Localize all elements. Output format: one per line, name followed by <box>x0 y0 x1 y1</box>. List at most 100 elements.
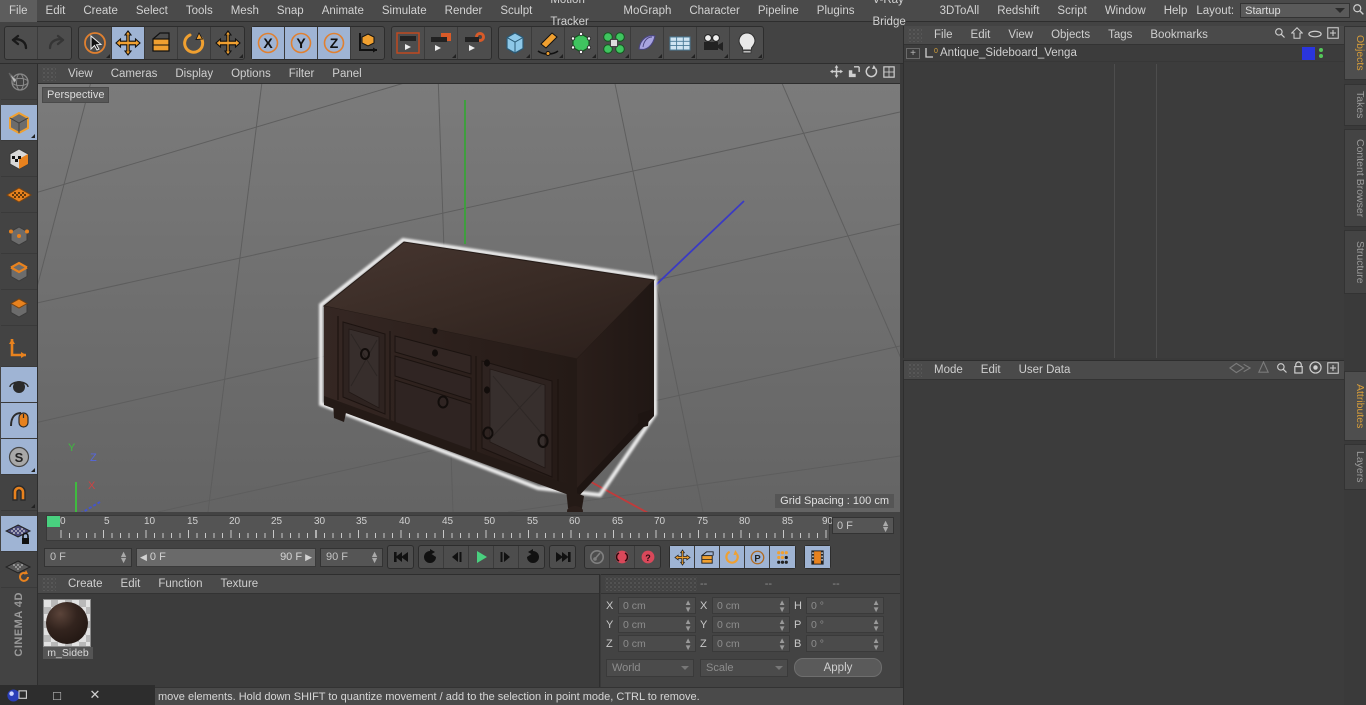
coord-field-size-y[interactable]: 0 cm ▲ ▼ <box>712 616 790 633</box>
menu-item-render[interactable]: Render <box>436 0 492 22</box>
tab-content-browser[interactable]: Content Browser <box>1344 129 1366 227</box>
plus-box-icon[interactable] <box>1327 361 1344 379</box>
tab-structure[interactable]: Structure <box>1344 230 1366 294</box>
end-frame-field[interactable]: 90 F ▲ ▼ <box>320 547 383 567</box>
lock-workplane-button[interactable] <box>1 516 37 552</box>
rotate-viewport-icon[interactable] <box>865 64 878 83</box>
preview-range-slider[interactable]: ◀ 0 F 90 F ▶ <box>136 547 316 567</box>
panel-grip-icon[interactable] <box>42 66 56 81</box>
menu-item-3dtoall[interactable]: 3DToAll <box>931 0 989 22</box>
lock-y-axis[interactable]: Y <box>285 26 318 59</box>
panel-grip-icon[interactable] <box>605 577 697 591</box>
timeline-ruler[interactable]: 0 5 10 15 20 25 30 35 40 45 50 55 60 65 … <box>46 515 833 541</box>
material-manager-body[interactable]: m_Sideb <box>38 594 599 687</box>
preview-range-right-arrow[interactable]: ▶ <box>305 552 312 563</box>
points-mode-button[interactable] <box>1 218 37 254</box>
stepper-icon[interactable]: ▲ ▼ <box>778 599 786 614</box>
menu-item-tools[interactable]: Tools <box>177 0 222 22</box>
lock-icon[interactable] <box>1293 361 1309 379</box>
play-backwards-loop-button[interactable] <box>419 546 444 568</box>
move-duplicate-tool[interactable] <box>211 27 244 59</box>
object-menu-view[interactable]: View <box>999 26 1042 45</box>
search-icon[interactable] <box>1276 361 1293 379</box>
menu-item-plugins[interactable]: Plugins <box>808 0 864 22</box>
attribute-menu-mode[interactable]: Mode <box>925 361 972 380</box>
viewport-3d-canvas[interactable]: Perspective Y X Z Grid Spacing: 100 cm <box>38 84 900 512</box>
menu-item-select[interactable]: Select <box>127 0 177 22</box>
object-row[interactable]: + 0 Antique_Sideboard_Venga <box>904 45 1344 62</box>
menu-item-edit[interactable]: Edit <box>37 0 75 22</box>
close-window-button[interactable]: ✕ <box>76 685 114 705</box>
keyframe-selection-button[interactable]: ? <box>635 546 660 568</box>
apply-button[interactable]: Apply <box>794 658 882 677</box>
step-back-button[interactable] <box>444 546 469 568</box>
menu-item-file[interactable]: File <box>0 0 37 22</box>
coord-field-pos-y[interactable]: 0 cm ▲ ▼ <box>618 616 696 633</box>
record-pla-button[interactable] <box>770 546 795 568</box>
stepper-icon[interactable]: ▲ ▼ <box>872 599 880 614</box>
stepper-icon[interactable]: ▲ ▼ <box>778 618 786 633</box>
record-rotation-button[interactable] <box>720 546 745 568</box>
move-viewport-icon[interactable] <box>830 64 843 83</box>
viewport-menu-display[interactable]: Display <box>166 64 222 84</box>
menu-item-mesh[interactable]: Mesh <box>222 0 268 22</box>
undo-button[interactable] <box>5 26 38 59</box>
material-thumbnail[interactable] <box>43 599 91 647</box>
eye-wave-icon[interactable] <box>1228 361 1257 379</box>
stepper-icon[interactable]: ▲ ▼ <box>872 618 880 633</box>
material-menu-function[interactable]: Function <box>149 575 211 594</box>
viewport-menu-options[interactable]: Options <box>222 64 280 84</box>
record-active-objects-button[interactable] <box>585 546 610 568</box>
visibility-dots-icon[interactable] <box>1319 48 1323 58</box>
coord-field-pos-z[interactable]: 0 cm ▲ ▼ <box>618 635 696 652</box>
render-view-button[interactable] <box>392 26 425 59</box>
panel-grip-icon[interactable] <box>42 577 56 591</box>
menu-item-character[interactable]: Character <box>680 0 749 22</box>
start-frame-field[interactable]: 0 F ▲ ▼ <box>44 547 132 567</box>
play-button[interactable] <box>469 546 494 568</box>
coordinate-space-select[interactable]: World <box>606 658 694 677</box>
panel-grip-icon[interactable] <box>908 28 922 42</box>
coord-field-size-z[interactable]: 0 cm ▲ ▼ <box>712 635 790 652</box>
home-icon[interactable] <box>1290 26 1308 44</box>
tab-layers[interactable]: Layers <box>1344 444 1366 490</box>
panel-grip-icon[interactable] <box>908 363 922 377</box>
add-generator-button[interactable] <box>565 26 598 59</box>
plus-box-icon[interactable] <box>1327 26 1344 44</box>
menu-item-sculpt[interactable]: Sculpt <box>491 0 541 22</box>
record-position-button[interactable] <box>670 546 695 568</box>
menu-item-help[interactable]: Help <box>1155 0 1197 22</box>
layout-select[interactable]: Startup <box>1240 3 1351 18</box>
attribute-manager-body[interactable] <box>904 380 1344 705</box>
enable-snapping-button[interactable]: S <box>1 439 37 475</box>
step-forward-button[interactable] <box>494 546 519 568</box>
rotate-tool[interactable] <box>178 26 211 59</box>
polygons-mode-button[interactable] <box>1 290 37 326</box>
add-spline-button[interactable] <box>532 26 565 59</box>
record-parameter-button[interactable]: P <box>745 546 770 568</box>
coord-field-rot-p[interactable]: 0 ° ▲ ▼ <box>806 616 884 633</box>
expand-toggle[interactable]: + <box>906 47 920 59</box>
lock-z-axis[interactable]: Z <box>318 26 351 59</box>
material-menu-texture[interactable]: Texture <box>211 575 267 594</box>
autokeying-button[interactable] <box>610 546 635 568</box>
stepper-icon[interactable]: ▲ ▼ <box>119 549 128 564</box>
workplane-mode-button[interactable] <box>1 177 37 213</box>
cone-icon[interactable] <box>1257 360 1276 379</box>
coordinate-mode-select[interactable]: Scale <box>700 658 788 677</box>
go-to-end-button[interactable] <box>550 546 575 568</box>
stepper-icon[interactable]: ▲ ▼ <box>684 618 692 633</box>
menu-item-snap[interactable]: Snap <box>268 0 313 22</box>
coord-field-rot-h[interactable]: 0 ° ▲ ▼ <box>806 597 884 614</box>
viewport-menu-panel[interactable]: Panel <box>323 64 370 84</box>
object-menu-objects[interactable]: Objects <box>1042 26 1099 45</box>
loop-button[interactable] <box>519 546 544 568</box>
ellipse-icon[interactable] <box>1308 26 1327 44</box>
menu-item-script[interactable]: Script <box>1048 0 1095 22</box>
menu-item-create[interactable]: Create <box>74 0 127 22</box>
attribute-menu-user-data[interactable]: User Data <box>1010 361 1080 380</box>
magnet-tool-button[interactable] <box>1 475 37 511</box>
tab-takes[interactable]: Takes <box>1344 84 1366 126</box>
object-menu-tags[interactable]: Tags <box>1099 26 1141 45</box>
add-camera-button[interactable] <box>697 26 730 59</box>
